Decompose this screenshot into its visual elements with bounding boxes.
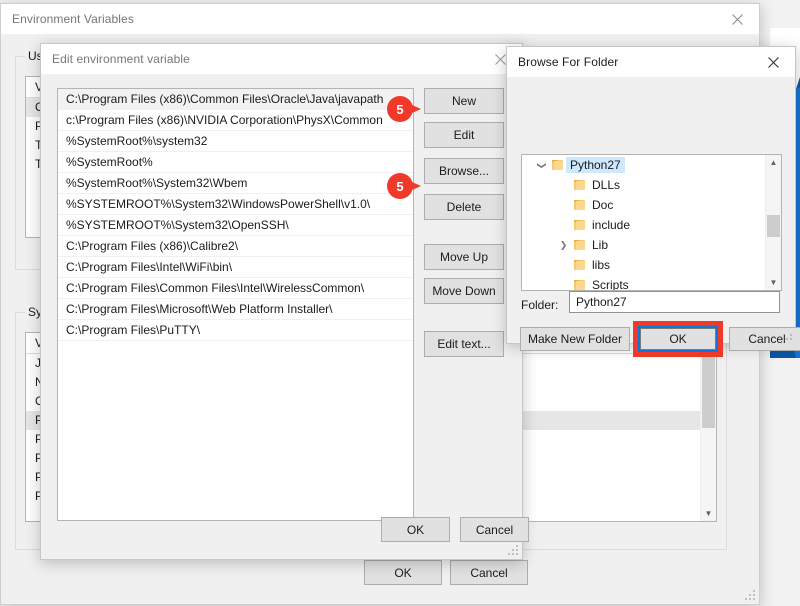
path-entry-row[interactable]: c:\Program Files (x86)\NVIDIA Corporatio…	[58, 110, 413, 131]
path-entry-row[interactable]: C:\Program Files\Intel\WiFi\bin\	[58, 257, 413, 278]
tree-scroll-up-icon[interactable]: ▲	[766, 155, 781, 170]
env-close-icon[interactable]	[715, 5, 759, 34]
folder-tree-item[interactable]: ❯ Lib	[522, 235, 781, 255]
edit-window-title: Edit environment variable	[52, 52, 190, 66]
chevron-right-icon[interactable]: ❯	[556, 240, 571, 251]
path-entries-list[interactable]: C:\Program Files (x86)\Common Files\Orac…	[57, 88, 414, 521]
folder-tree[interactable]: ❯ Python27 DLLs Doc include ❯ Lib libs Scripts ▲…	[521, 154, 782, 291]
folder-tree-item[interactable]: include	[522, 215, 781, 235]
path-entry-row[interactable]: %SYSTEMROOT%\System32\OpenSSH\	[58, 215, 413, 236]
path-entry-row[interactable]: C:\Program Files (x86)\Calibre2\	[58, 236, 413, 257]
folder-icon	[571, 180, 588, 190]
system-list-scrollbar[interactable]: ▲ ▼	[700, 333, 716, 521]
browse-close-icon[interactable]	[751, 48, 795, 77]
folder-tree-label: include	[592, 218, 631, 232]
folder-icon	[571, 220, 588, 230]
delete-button[interactable]: Delete	[424, 194, 504, 220]
browse-titlebar: Browse For Folder	[507, 47, 795, 78]
path-entry-row[interactable]: %SystemRoot%\system32	[58, 131, 413, 152]
folder-tree-label: DLLs	[592, 178, 621, 192]
edit-cancel-button[interactable]: Cancel	[460, 517, 529, 542]
path-entry-row[interactable]: C:\Program Files\Common Files\Intel\Wire…	[58, 278, 413, 299]
path-entry-row[interactable]: %SystemRoot%	[58, 152, 413, 173]
env-ok-button[interactable]: OK	[364, 560, 442, 585]
path-entry-row[interactable]: %SystemRoot%\System32\Wbem	[58, 173, 413, 194]
edit-button[interactable]: Edit	[424, 122, 504, 148]
chevron-down-icon[interactable]: ❯	[536, 158, 547, 173]
env-cancel-button[interactable]: Cancel	[450, 560, 528, 585]
folder-name-input[interactable]: Python27	[569, 291, 780, 313]
folder-tree-rows: ❯ Python27 DLLs Doc include ❯ Lib libs Scripts	[522, 155, 781, 291]
env-resize-grip[interactable]	[744, 589, 756, 601]
make-new-folder-button[interactable]: Make New Folder	[520, 327, 630, 351]
env-titlebar: Environment Variables	[1, 4, 759, 35]
folder-tree-item[interactable]: Scripts	[522, 275, 781, 291]
folder-tree-label: libs	[592, 258, 611, 272]
edit-titlebar: Edit environment variable	[41, 44, 522, 75]
tree-scroll-down-icon[interactable]: ▼	[766, 275, 781, 290]
folder-tree-scrollbar[interactable]: ▲ ▼	[765, 155, 781, 290]
folder-tree-item[interactable]: libs	[522, 255, 781, 275]
edit-resize-grip[interactable]	[507, 544, 519, 556]
path-entry-row[interactable]: C:\Program Files\PuTTY\	[58, 320, 413, 341]
folder-tree-item[interactable]: DLLs	[522, 175, 781, 195]
folder-icon	[549, 160, 566, 170]
move-down-button[interactable]: Move Down	[424, 278, 504, 304]
folder-tree-item[interactable]: ❯ Python27	[522, 155, 781, 175]
browse-ok-button[interactable]: OK	[640, 328, 716, 350]
folder-icon	[571, 240, 588, 250]
callout-number: 5	[387, 96, 413, 122]
folder-tree-label: Lib	[592, 238, 609, 252]
edit-environment-variable-window: Edit environment variable C:\Program Fil…	[40, 43, 529, 560]
browse-for-folder-window: Browse For Folder ❯ Python27 DLLs Doc includ…	[506, 46, 800, 357]
path-entry-row[interactable]: %SYSTEMROOT%\System32\WindowsPowerShell\…	[58, 194, 413, 215]
tree-scroll-thumb[interactable]	[767, 215, 780, 237]
folder-tree-label: Scripts	[592, 278, 629, 291]
system-scroll-thumb[interactable]	[702, 350, 715, 428]
folder-icon	[571, 260, 588, 270]
browse-button[interactable]: Browse...	[424, 158, 504, 184]
move-up-button[interactable]: Move Up	[424, 244, 504, 270]
folder-icon	[571, 200, 588, 210]
browse-resize-grip[interactable]	[781, 329, 793, 341]
folder-tree-item[interactable]: Doc	[522, 195, 781, 215]
edit-text-button[interactable]: Edit text...	[424, 331, 504, 357]
folder-field-label: Folder:	[521, 298, 559, 312]
browse-body: ❯ Python27 DLLs Doc include ❯ Lib libs Scripts ▲…	[507, 77, 800, 357]
callout-number: 5	[387, 173, 413, 199]
path-entry-row[interactable]: C:\Program Files (x86)\Common Files\Orac…	[58, 89, 413, 110]
folder-icon	[571, 280, 588, 290]
path-entry-row[interactable]: C:\Program Files\Microsoft\Web Platform …	[58, 299, 413, 320]
callout-badge-new: 5	[387, 96, 421, 122]
scroll-down-icon[interactable]: ▼	[701, 506, 716, 521]
env-window-title: Environment Variables	[12, 12, 134, 26]
folder-tree-label: Python27	[566, 157, 625, 173]
edit-ok-button[interactable]: OK	[381, 517, 450, 542]
folder-tree-label: Doc	[592, 198, 614, 212]
new-button[interactable]: New	[424, 88, 504, 114]
callout-badge-browse: 5	[387, 173, 421, 199]
browse-window-title: Browse For Folder	[518, 55, 619, 69]
edit-body: C:\Program Files (x86)\Common Files\Orac…	[41, 74, 529, 559]
